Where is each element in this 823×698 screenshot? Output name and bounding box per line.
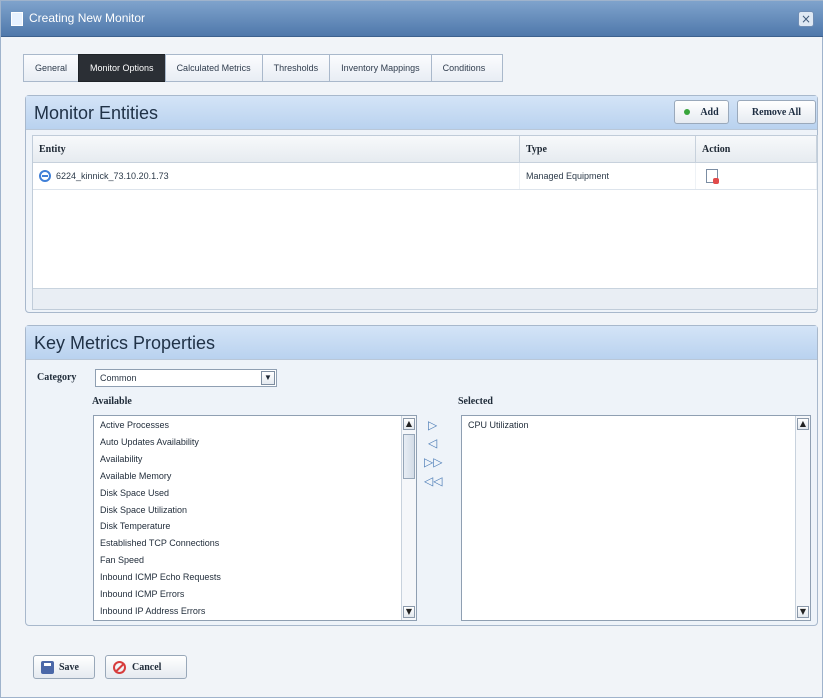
tab-calculated-metrics[interactable]: Calculated Metrics — [164, 54, 262, 82]
save-label: Save — [59, 661, 79, 673]
managed-equipment-icon — [39, 170, 51, 182]
column-action[interactable]: Action — [696, 136, 817, 162]
delete-entity-icon[interactable] — [706, 169, 719, 184]
selected-list[interactable]: CPU Utilization ▲ ▼ — [461, 415, 811, 621]
category-value: Common — [100, 373, 137, 383]
add-label: Add — [700, 106, 719, 118]
window-icon — [11, 12, 23, 26]
remove-selected-icon[interactable]: ◁ — [428, 436, 437, 450]
list-item[interactable]: Disk Temperature — [94, 518, 416, 535]
tab-inventory-mappings[interactable]: Inventory Mappings — [329, 54, 431, 82]
column-entity[interactable]: Entity — [33, 136, 520, 162]
title-bar: Creating New Monitor × — [1, 1, 823, 37]
list-item[interactable]: Disk Space Used — [94, 485, 416, 502]
available-label: Available — [92, 396, 132, 407]
remove-all-icon[interactable]: ◁◁ — [424, 474, 442, 488]
add-selected-icon[interactable]: ▷ — [428, 418, 437, 432]
selected-label: Selected — [458, 396, 493, 407]
category-select[interactable]: Common ▼ — [95, 369, 277, 387]
add-button[interactable]: Add — [674, 100, 729, 124]
entity-cell: 6224_kinnick_73.10.20.1.73 — [33, 163, 520, 189]
close-button[interactable]: × — [798, 11, 814, 27]
save-button[interactable]: Save — [33, 655, 95, 679]
save-icon — [41, 660, 54, 674]
list-item[interactable]: Inbound ICMP Echo Requests — [94, 569, 416, 586]
category-label: Category — [37, 372, 77, 383]
list-item[interactable]: Established TCP Connections — [94, 535, 416, 552]
list-item[interactable]: Availability — [94, 451, 416, 468]
tab-general[interactable]: General — [23, 54, 79, 82]
scroll-down-icon[interactable]: ▼ — [797, 606, 809, 618]
list-item[interactable]: Disk Space Utilization — [94, 502, 416, 519]
scroll-up-icon[interactable]: ▲ — [797, 418, 809, 430]
table-footer — [33, 288, 817, 309]
cancel-icon — [113, 660, 126, 674]
list-item[interactable]: Inbound ICMP Errors — [94, 586, 416, 603]
list-item[interactable]: CPU Utilization — [462, 417, 810, 434]
monitor-entities-panel: Monitor Entities Add Remove All Entity T… — [25, 95, 818, 313]
list-item[interactable]: Auto Updates Availability — [94, 434, 416, 451]
selected-items: CPU Utilization — [462, 416, 810, 434]
tab-monitor-options[interactable]: Monitor Options — [78, 54, 165, 82]
add-all-icon[interactable]: ▷▷ — [424, 455, 442, 469]
tab-bar: General Monitor Options Calculated Metri… — [23, 54, 503, 82]
scroll-down-icon[interactable]: ▼ — [403, 606, 415, 618]
selected-scrollbar[interactable]: ▲ ▼ — [795, 416, 810, 620]
list-item[interactable]: Fan Speed — [94, 552, 416, 569]
add-icon — [684, 109, 691, 115]
available-scrollbar[interactable]: ▲ ▼ — [401, 416, 416, 620]
window-title: Creating New Monitor — [29, 11, 146, 25]
available-list[interactable]: Active Processes Auto Updates Availabili… — [93, 415, 417, 621]
entity-name: 6224_kinnick_73.10.20.1.73 — [56, 171, 169, 181]
scroll-up-icon[interactable]: ▲ — [403, 418, 415, 430]
remove-all-button[interactable]: Remove All — [737, 100, 816, 124]
creating-monitor-dialog: Creating New Monitor × General Monitor O… — [0, 0, 823, 698]
list-item[interactable]: Available Memory — [94, 468, 416, 485]
tab-thresholds[interactable]: Thresholds — [261, 54, 330, 82]
available-items: Active Processes Auto Updates Availabili… — [94, 416, 416, 620]
key-metrics-title: Key Metrics Properties — [34, 333, 216, 353]
monitor-entities-header: Monitor Entities Add Remove All — [26, 96, 817, 130]
cancel-button[interactable]: Cancel — [105, 655, 187, 679]
tab-conditions[interactable]: Conditions — [430, 54, 503, 82]
action-cell — [696, 163, 817, 189]
table-row[interactable]: 6224_kinnick_73.10.20.1.73 Managed Equip… — [33, 163, 817, 190]
column-type[interactable]: Type — [520, 136, 696, 162]
cancel-label: Cancel — [132, 661, 162, 673]
list-item[interactable]: Active Processes — [94, 417, 416, 434]
key-metrics-header: Key Metrics Properties — [26, 326, 817, 360]
list-item[interactable]: Inbound IP Address Errors — [94, 603, 416, 620]
monitor-entities-title: Monitor Entities — [34, 103, 159, 123]
type-cell: Managed Equipment — [520, 163, 696, 189]
table-header: Entity Type Action — [33, 136, 817, 163]
entities-table: Entity Type Action 6224_kinnick_73.10.20… — [32, 135, 818, 310]
chevron-down-icon[interactable]: ▼ — [261, 371, 275, 385]
scroll-thumb[interactable] — [403, 434, 415, 479]
